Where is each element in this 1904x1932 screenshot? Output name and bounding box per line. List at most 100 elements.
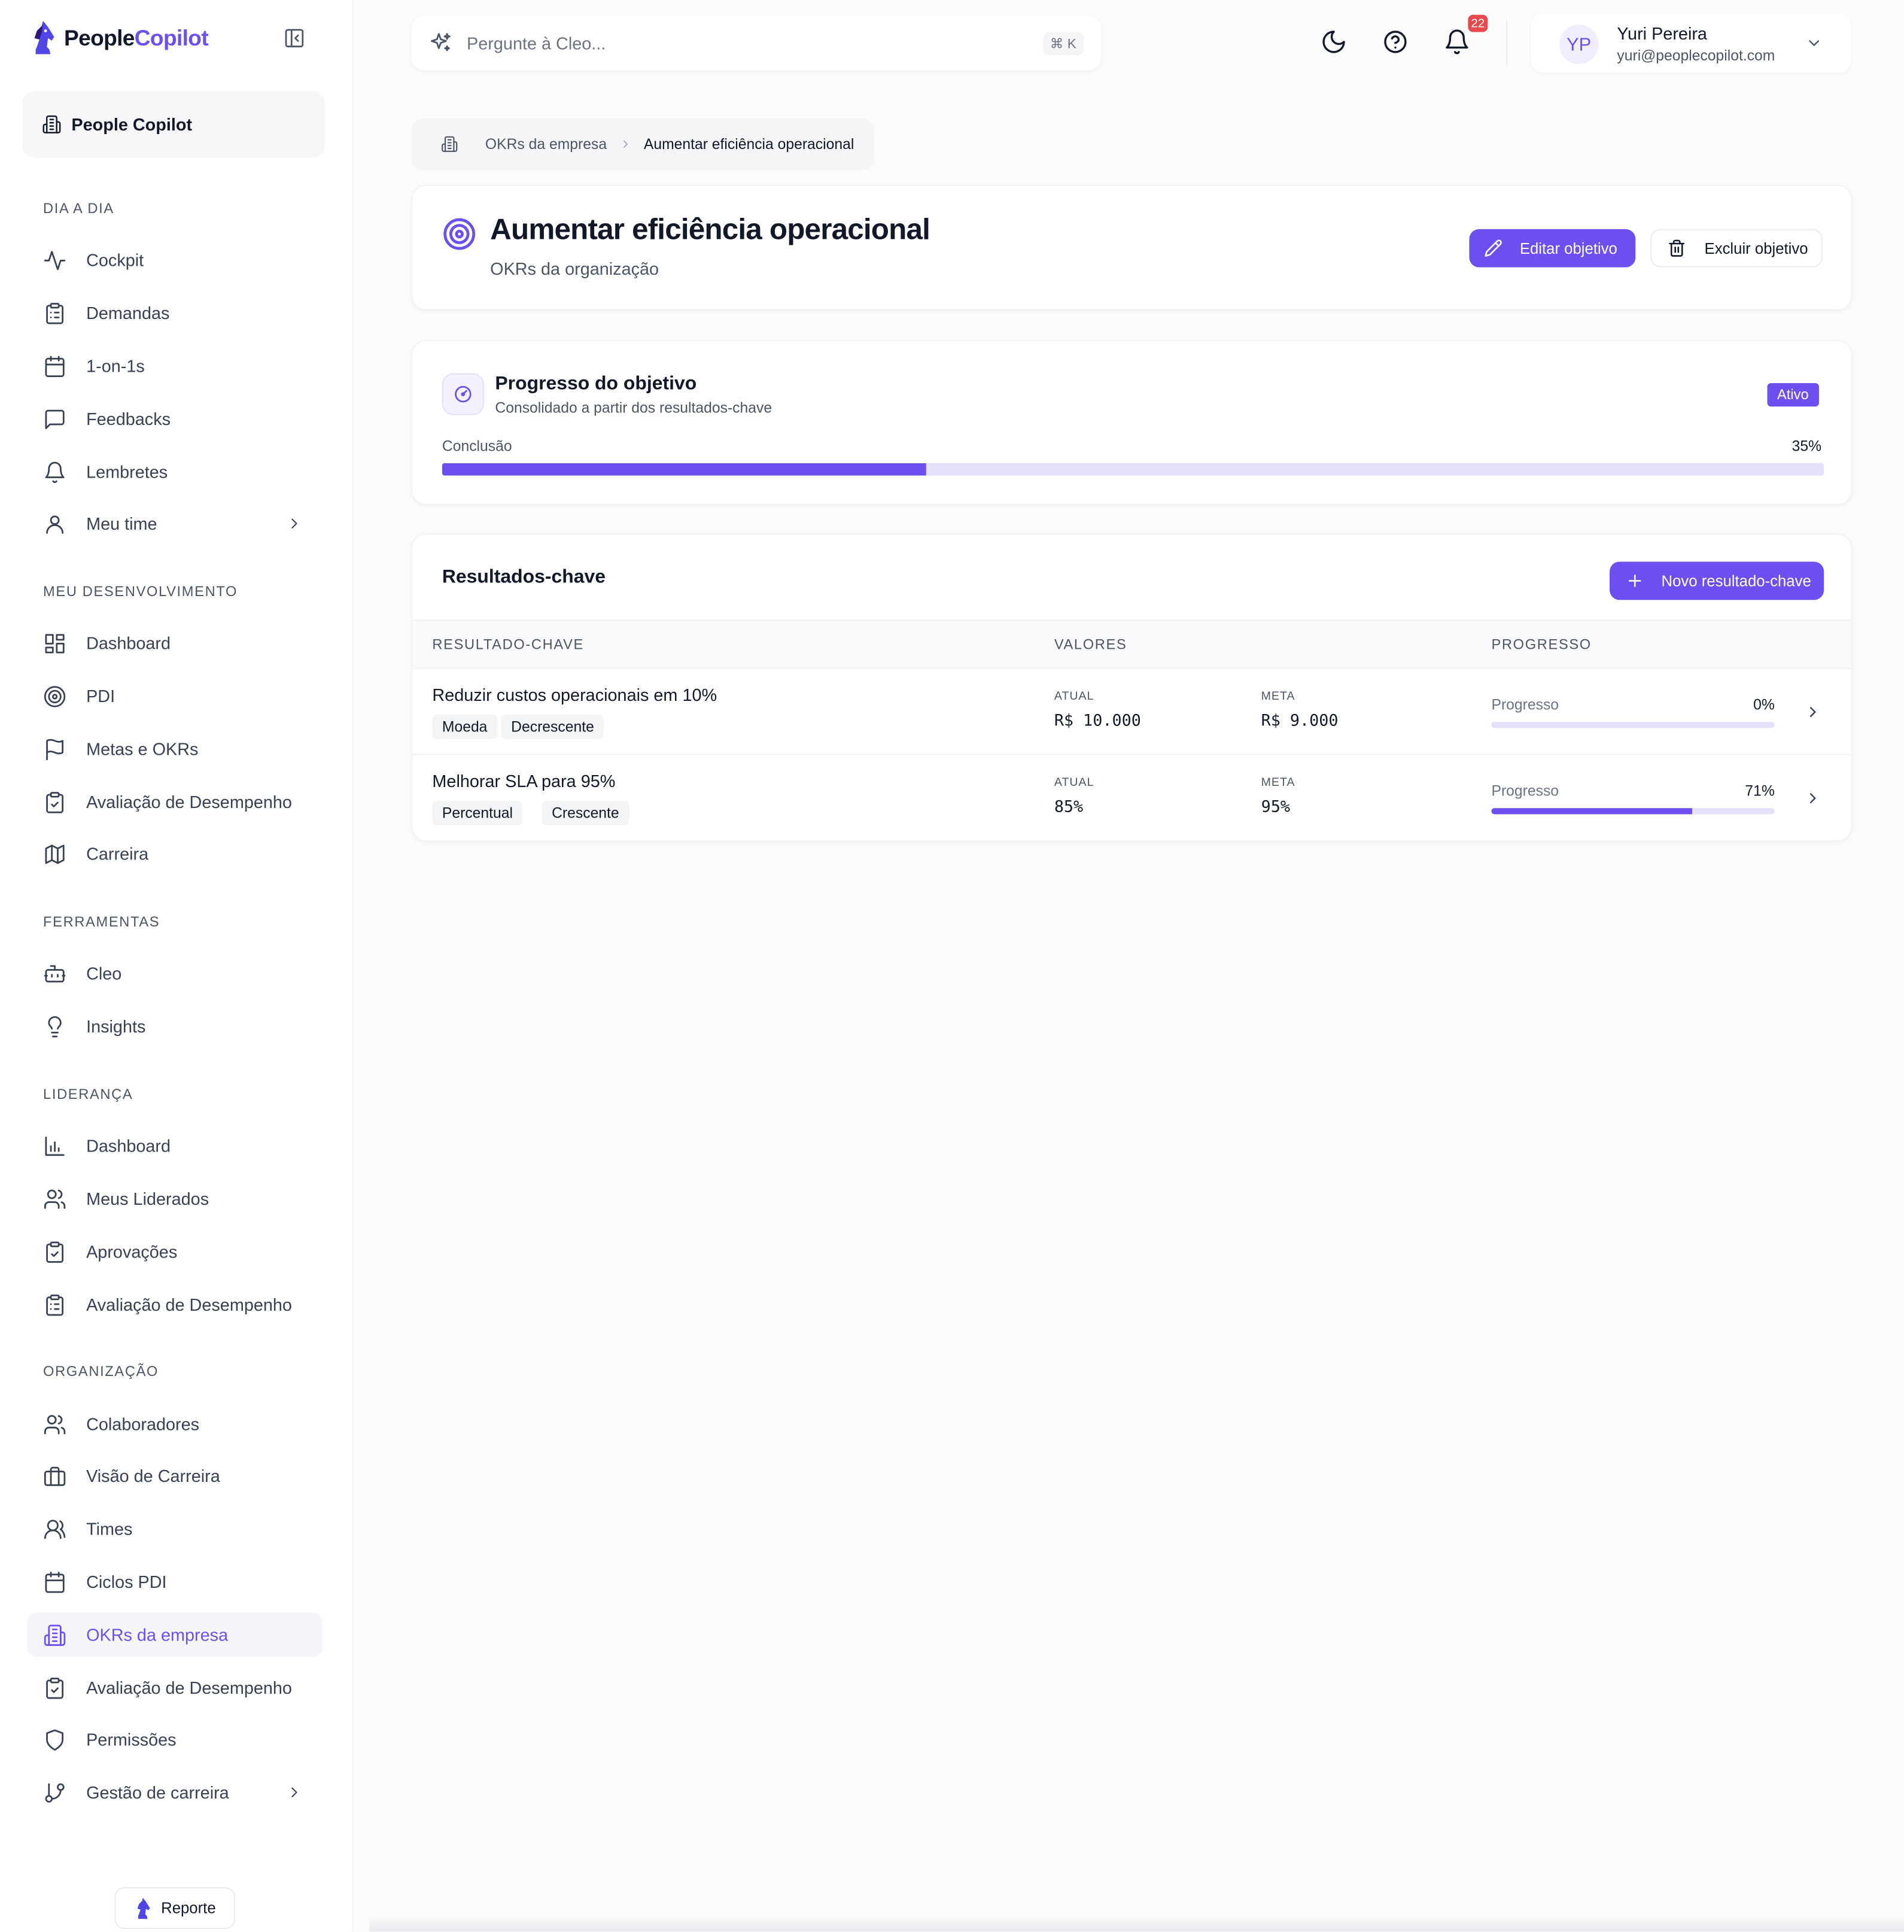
sidebar-item-permissoes[interactable]: Permissões: [27, 1717, 323, 1761]
sidebar-item-demandas[interactable]: Demandas: [27, 291, 323, 335]
shield-icon: [46, 1729, 64, 1750]
sidebar-item-aprovacoes[interactable]: Aprovações: [27, 1229, 323, 1274]
sidebar-item-label: Dashboard: [86, 633, 171, 653]
sidebar-collapse-icon[interactable]: [283, 27, 305, 49]
target-value-label: META: [1261, 776, 1295, 790]
app-root: PeopleCopilot People Copilot DIA A DIA Co…: [0, 0, 1904, 1932]
sidebar-item-label: Carreira: [86, 843, 149, 864]
sidebar-item-label: Times: [86, 1518, 133, 1539]
help-circle-icon[interactable]: [1382, 28, 1409, 55]
sidebar-item-cleo[interactable]: Cleo: [27, 951, 323, 995]
moon-icon[interactable]: [1320, 28, 1347, 55]
sidebar-item-avaliacao-de-desempenho[interactable]: Avaliação de Desempenho: [27, 1666, 323, 1710]
calendar-icon: [45, 1571, 65, 1593]
sidebar-item-label: Aprovações: [86, 1241, 178, 1262]
brand-name-part1: People: [64, 25, 135, 50]
chevron-right-icon: [291, 518, 297, 528]
sidebar-item-label: Cockpit: [86, 250, 144, 270]
key-result-name[interactable]: Reduzir custos operacionais em 10%: [432, 685, 717, 704]
column-header-key-result: RESULTADO-CHAVE: [432, 638, 584, 653]
org-switcher[interactable]: People Copilot: [22, 91, 326, 158]
sidebar-item-carreira[interactable]: Carreira: [27, 831, 323, 876]
sidebar-item-avaliacao-de-desempenho[interactable]: Avaliação de Desempenho: [27, 780, 323, 824]
chevron-down-icon: [1809, 40, 1820, 46]
users-round-icon: [44, 1519, 66, 1539]
org-name: People Copilot: [71, 114, 193, 135]
sidebar-section-title: ORGANIZAÇÃO: [43, 1365, 159, 1380]
bot-icon: [44, 964, 66, 982]
row-progress-bar: [1491, 808, 1775, 815]
sidebar-item-times[interactable]: Times: [27, 1506, 323, 1551]
sidebar-item-pdi[interactable]: PDI: [27, 674, 323, 718]
sidebar-item-insights[interactable]: Insights: [27, 1004, 323, 1048]
gauge-icon-box: [442, 373, 484, 415]
key-result-tag: Moeda: [432, 714, 497, 739]
objective-progress-card: Progresso do objetivo Consolidado a part…: [411, 340, 1853, 505]
progress-title: Progresso do objetivo: [495, 373, 697, 394]
sidebar-item-feedbacks[interactable]: Feedbacks: [27, 397, 323, 441]
chevron-right-icon: [623, 140, 628, 148]
sidebar-item-label: 1-on-1s: [86, 356, 145, 376]
sidebar-item-label: Avaliação de Desempenho: [86, 1295, 292, 1315]
sidebar-item-meus-liderados[interactable]: Meus Liderados: [27, 1177, 323, 1221]
breadcrumb-current: Aumentar eficiência operacional: [643, 135, 854, 153]
new-key-result-button[interactable]: Novo resultado-chave: [1610, 561, 1824, 600]
edit-objective-button[interactable]: Editar objetivo: [1469, 229, 1636, 268]
progress-label: Conclusão: [442, 437, 512, 455]
building-icon: [44, 1624, 66, 1645]
edit-objective-label: Editar objetivo: [1519, 239, 1617, 257]
sidebar-item-dashboard[interactable]: Dashboard: [27, 1123, 323, 1168]
table-row[interactable]: Melhorar SLA para 95% Percentual Crescente…: [412, 755, 1851, 840]
brand-logo[interactable]: PeopleCopilot: [29, 20, 209, 57]
bell-icon[interactable]: [1443, 28, 1470, 55]
sidebar-item-okrs-da-empresa[interactable]: OKRs da empresa: [27, 1612, 323, 1657]
git-branch-icon: [45, 1782, 65, 1802]
sidebar-item-label: Cleo: [86, 963, 122, 983]
current-value: 85%: [1054, 798, 1084, 817]
sidebar-item-metas-e-okrs[interactable]: Metas e OKRs: [27, 727, 323, 771]
sidebar-item-label: Avaliação de Desempenho: [86, 1678, 292, 1698]
sidebar-item-label: Ciclos PDI: [86, 1572, 167, 1592]
sidebar-item-ciclos-pdi[interactable]: Ciclos PDI: [27, 1560, 323, 1604]
sidebar-item-colaboradores[interactable]: Colaboradores: [27, 1402, 323, 1446]
sidebar-item-dashboard[interactable]: Dashboard: [27, 621, 323, 665]
avatar: YP: [1559, 25, 1599, 65]
column-header-progress: PROGRESSO: [1491, 638, 1592, 653]
sidebar-item-meu-time[interactable]: Meu time: [27, 502, 323, 546]
sidebar-item-label: OKRs da empresa: [86, 1624, 229, 1645]
key-result-tag: Decrescente: [501, 714, 604, 739]
sidebar: PeopleCopilot People Copilot DIA A DIA Co…: [0, 0, 354, 1932]
sidebar-item-cockpit[interactable]: Cockpit: [27, 238, 323, 282]
user-menu[interactable]: YP Yuri Pereira yuri@peoplecopilot.com: [1531, 13, 1851, 73]
bell-icon: [45, 461, 65, 482]
building-icon[interactable]: [441, 135, 458, 153]
table-row[interactable]: Reduzir custos operacionais em 10% Moeda D…: [412, 669, 1851, 755]
clipboard-list-icon: [46, 302, 64, 324]
sidebar-section-title: MEU DESENVOLVIMENTO: [43, 585, 238, 600]
chevron-right-icon[interactable]: [1804, 789, 1821, 807]
user-name: Yuri Pereira: [1617, 23, 1707, 44]
row-progress-label: Progresso: [1491, 695, 1559, 713]
sidebar-item-gestao-de-carreira[interactable]: Gestão de carreira: [27, 1770, 323, 1815]
clipboard-check-icon: [46, 1677, 64, 1699]
objective-header-card: Aumentar eficiência operacional OKRs da …: [411, 184, 1853, 311]
delete-objective-button[interactable]: Excluir objetivo: [1650, 229, 1823, 268]
chevron-right-icon: [291, 1787, 297, 1797]
target-icon: [44, 685, 66, 707]
report-button[interactable]: Reporte: [114, 1887, 236, 1930]
cleo-search[interactable]: Pergunte à Cleo... ⌘ K: [411, 16, 1102, 71]
knight-logo-icon: [137, 1897, 150, 1919]
activity-icon: [44, 250, 66, 270]
sidebar-item-1-on-1s[interactable]: 1-on-1s: [27, 344, 323, 388]
knight-logo-icon: [34, 20, 54, 54]
sidebar-item-lembretes[interactable]: Lembretes: [27, 449, 323, 494]
table-header: RESULTADO-CHAVE VALORES PROGRESSO: [412, 619, 1851, 669]
sidebar-item-label: Lembretes: [86, 461, 168, 482]
breadcrumb-parent[interactable]: OKRs da empresa: [485, 135, 607, 153]
sidebar-item-avaliacao-de-desempenho[interactable]: Avaliação de Desempenho: [27, 1283, 323, 1327]
column-header-values: VALORES: [1054, 638, 1127, 653]
key-result-name[interactable]: Melhorar SLA para 95%: [432, 771, 615, 791]
chevron-right-icon[interactable]: [1804, 703, 1821, 721]
sidebar-item-visao-de-carreira[interactable]: Visão de Carreira: [27, 1454, 323, 1498]
brand-name: PeopleCopilot: [64, 25, 209, 51]
